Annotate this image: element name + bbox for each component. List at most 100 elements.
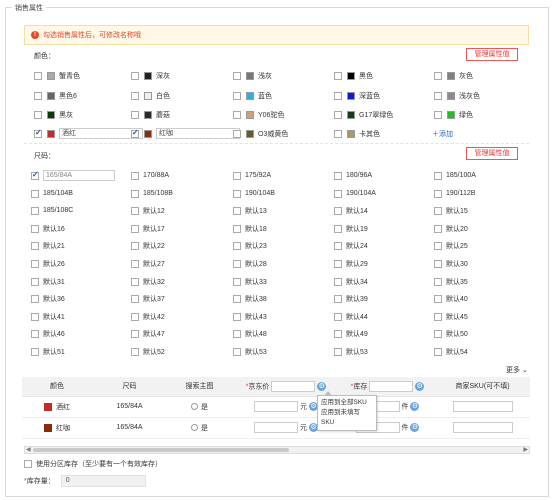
color-option[interactable]: G17翠绿色 — [334, 109, 393, 120]
size-checkbox[interactable] — [434, 206, 442, 215]
size-option[interactable]: 默认24 — [334, 240, 368, 251]
size-checkbox[interactable] — [334, 294, 342, 303]
color-option[interactable]: 绿色 — [434, 109, 473, 120]
color-option[interactable]: 浅灰 — [233, 70, 272, 81]
size-option[interactable]: 默认12 — [131, 205, 165, 216]
size-checkbox[interactable] — [434, 224, 442, 233]
size-option[interactable]: 185/108C — [31, 205, 73, 216]
size-option[interactable]: 默认26 — [31, 258, 65, 269]
color-checkbox[interactable] — [233, 129, 241, 138]
size-checkbox[interactable] — [233, 241, 241, 250]
horizontal-scrollbar[interactable]: ◀ ▶ — [24, 446, 530, 454]
size-option[interactable]: 默认45 — [434, 311, 468, 322]
size-option[interactable]: 默认17 — [131, 223, 165, 234]
size-option[interactable]: 默认39 — [334, 293, 368, 304]
size-option[interactable]: 默认51 — [31, 346, 65, 357]
apply-empty-option[interactable]: 应用到未填写SKU — [321, 408, 373, 428]
scroll-thumb[interactable] — [33, 448, 289, 452]
color-option[interactable]: 卡其色 — [334, 128, 380, 139]
size-checkbox[interactable] — [434, 277, 442, 286]
size-option[interactable]: 165/84A — [31, 170, 115, 181]
row-stock-gear-icon[interactable]: ⚙ — [410, 423, 420, 432]
size-checkbox[interactable] — [334, 312, 342, 321]
size-option[interactable]: 默认16 — [31, 223, 65, 234]
size-checkbox[interactable] — [131, 189, 139, 198]
color-checkbox[interactable] — [233, 110, 241, 119]
batch-price-input[interactable] — [271, 380, 316, 392]
size-option[interactable]: 185/104B — [31, 188, 73, 199]
size-checkbox[interactable] — [334, 241, 342, 250]
size-option[interactable]: 默认33 — [233, 276, 267, 287]
size-option[interactable]: 默认37 — [131, 293, 165, 304]
size-option[interactable]: 默认28 — [233, 258, 267, 269]
size-option[interactable]: 默认36 — [31, 293, 65, 304]
batch-stock-input[interactable] — [369, 380, 414, 392]
price-gear-icon[interactable]: ⚙ — [317, 381, 327, 391]
size-option[interactable]: 默认42 — [131, 311, 165, 322]
color-checkbox[interactable] — [334, 71, 342, 80]
size-option[interactable]: 默认20 — [434, 223, 468, 234]
color-option[interactable]: 蓝色 — [233, 90, 272, 101]
size-option[interactable]: 默认32 — [131, 276, 165, 287]
size-checkbox[interactable] — [131, 329, 139, 338]
size-option[interactable]: 190/112B — [434, 188, 475, 199]
size-checkbox[interactable] — [233, 224, 241, 233]
size-option[interactable]: 默认22 — [131, 240, 165, 251]
color-option[interactable]: 黑色 — [334, 70, 373, 81]
size-checkbox[interactable] — [334, 189, 342, 198]
size-checkbox[interactable] — [434, 347, 442, 356]
size-checkbox[interactable] — [31, 206, 39, 215]
size-option[interactable]: 默认54 — [434, 346, 468, 357]
stock-gear-icon[interactable]: ⚙ — [415, 381, 425, 391]
size-name-input[interactable]: 165/84A — [43, 170, 115, 181]
price-input[interactable] — [254, 422, 299, 433]
size-option[interactable]: 默认30 — [434, 258, 468, 269]
size-option[interactable]: 默认31 — [31, 276, 65, 287]
size-checkbox[interactable] — [131, 241, 139, 250]
row-main-image[interactable]: 是 — [167, 396, 232, 418]
size-checkbox[interactable] — [233, 206, 241, 215]
size-option[interactable]: 默认29 — [334, 258, 368, 269]
color-option[interactable]: Y06驼色 — [233, 109, 284, 120]
color-option[interactable]: 深灰 — [131, 70, 170, 81]
size-option[interactable]: 默认14 — [334, 205, 368, 216]
color-checkbox[interactable] — [334, 129, 342, 138]
color-option[interactable]: 酒红 — [34, 128, 143, 139]
size-option[interactable]: 默认48 — [233, 328, 267, 339]
size-checkbox[interactable] — [131, 259, 139, 268]
size-checkbox[interactable] — [131, 294, 139, 303]
size-checkbox[interactable] — [31, 189, 39, 198]
size-option[interactable]: 默认49 — [334, 328, 368, 339]
size-checkbox[interactable] — [233, 347, 241, 356]
size-checkbox[interactable] — [31, 312, 39, 321]
size-checkbox[interactable] — [131, 224, 139, 233]
size-checkbox[interactable] — [434, 171, 442, 180]
size-checkbox[interactable] — [334, 224, 342, 233]
color-checkbox[interactable] — [233, 91, 241, 100]
size-checkbox[interactable] — [434, 312, 442, 321]
price-input[interactable] — [254, 401, 299, 412]
size-checkbox[interactable] — [233, 171, 241, 180]
size-option[interactable]: 185/108B — [131, 188, 173, 199]
size-option[interactable]: 默认52 — [131, 346, 165, 357]
manage-color-button[interactable]: 管理属性值 — [466, 48, 518, 61]
size-option[interactable]: 默认50 — [434, 328, 468, 339]
size-checkbox[interactable] — [434, 294, 442, 303]
size-checkbox[interactable] — [31, 347, 39, 356]
color-checkbox[interactable] — [131, 91, 139, 100]
color-checkbox[interactable] — [434, 110, 442, 119]
color-option[interactable]: 深蓝色 — [334, 90, 380, 101]
size-checkbox[interactable] — [233, 189, 241, 198]
color-name-input[interactable]: 红咖 — [156, 128, 240, 139]
size-option[interactable]: 默认25 — [434, 240, 468, 251]
size-checkbox[interactable] — [131, 206, 139, 215]
color-option[interactable]: O3威黄色 — [233, 128, 288, 139]
add-color-link[interactable]: ＋添加 — [432, 129, 453, 139]
size-checkbox[interactable] — [334, 206, 342, 215]
color-checkbox[interactable] — [34, 91, 42, 100]
size-checkbox[interactable] — [233, 259, 241, 268]
color-checkbox[interactable] — [434, 91, 442, 100]
color-checkbox[interactable] — [434, 71, 442, 80]
size-option[interactable]: 默认41 — [31, 311, 65, 322]
color-option[interactable]: 黑灰 — [34, 109, 73, 120]
